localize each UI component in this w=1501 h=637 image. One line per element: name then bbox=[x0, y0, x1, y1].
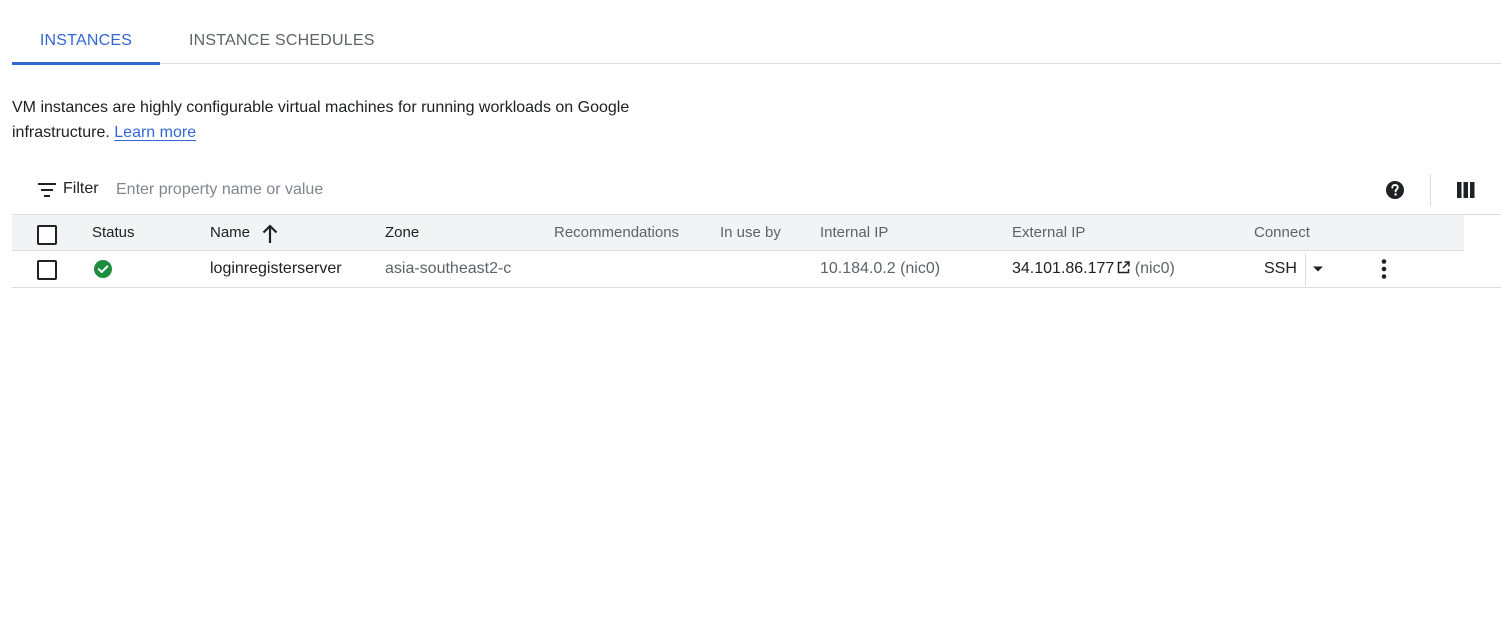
tab-instances[interactable]: INSTANCES bbox=[12, 18, 160, 65]
ssh-button[interactable]: SSH bbox=[1264, 260, 1297, 278]
row-select-checkbox[interactable] bbox=[37, 260, 57, 280]
column-header-zone[interactable]: Zone bbox=[385, 224, 419, 241]
tab-bar: INSTANCES INSTANCE SCHEDULES bbox=[12, 18, 1501, 65]
instance-zone: asia-southeast2-c bbox=[385, 260, 512, 277]
status-running-icon bbox=[94, 260, 112, 278]
ssh-dropdown-icon[interactable] bbox=[1312, 264, 1324, 274]
learn-more-link[interactable]: Learn more bbox=[114, 124, 196, 141]
internal-ip: 10.184.0.2 bbox=[820, 260, 896, 277]
column-header-in-use-by[interactable]: In use by bbox=[720, 224, 781, 241]
table-row[interactable]: loginregisterserver asia-southeast2-c 10… bbox=[12, 251, 1501, 288]
sort-ascending-icon[interactable] bbox=[261, 224, 279, 244]
help-icon[interactable] bbox=[1385, 180, 1405, 200]
column-header-recommendations[interactable]: Recommendations bbox=[554, 224, 679, 241]
external-ip-cell: 34.101.86.177 (nic0) bbox=[1012, 260, 1175, 278]
column-display-icon[interactable] bbox=[1457, 181, 1475, 199]
column-header-status[interactable]: Status bbox=[92, 224, 135, 241]
filter-icon[interactable] bbox=[38, 182, 56, 198]
column-header-connect[interactable]: Connect bbox=[1254, 224, 1310, 241]
internal-ip-cell: 10.184.0.2 (nic0) bbox=[820, 260, 940, 278]
filter-bar: Filter bbox=[12, 172, 1501, 208]
tab-instance-schedules[interactable]: INSTANCE SCHEDULES bbox=[189, 18, 375, 64]
filter-input[interactable] bbox=[116, 176, 616, 204]
table-header-row: Status Name Zone Recommendations In use … bbox=[12, 214, 1501, 251]
page-description: VM instances are highly configurable vir… bbox=[12, 95, 672, 145]
vm-instances-page: INSTANCES INSTANCE SCHEDULES VM instance… bbox=[0, 0, 1501, 637]
column-header-internal-ip[interactable]: Internal IP bbox=[820, 224, 888, 241]
description-text: VM instances are highly configurable vir… bbox=[12, 99, 630, 141]
instance-name-link[interactable]: loginregisterserver bbox=[210, 260, 342, 278]
filter-label[interactable]: Filter bbox=[63, 180, 99, 198]
column-header-external-ip[interactable]: External IP bbox=[1012, 224, 1085, 241]
internal-ip-nic: (nic0) bbox=[900, 260, 941, 277]
more-actions-icon[interactable] bbox=[1374, 258, 1394, 280]
open-in-new-icon[interactable] bbox=[1117, 261, 1131, 274]
filter-divider bbox=[1430, 174, 1431, 206]
external-ip-nic: (nic0) bbox=[1134, 260, 1175, 277]
ssh-divider bbox=[1305, 253, 1306, 286]
column-header-name[interactable]: Name bbox=[210, 224, 250, 241]
instances-table: Status Name Zone Recommendations In use … bbox=[12, 214, 1501, 288]
header-spacer bbox=[1464, 214, 1501, 251]
select-all-checkbox[interactable] bbox=[37, 225, 57, 245]
external-ip[interactable]: 34.101.86.177 bbox=[1012, 260, 1114, 277]
